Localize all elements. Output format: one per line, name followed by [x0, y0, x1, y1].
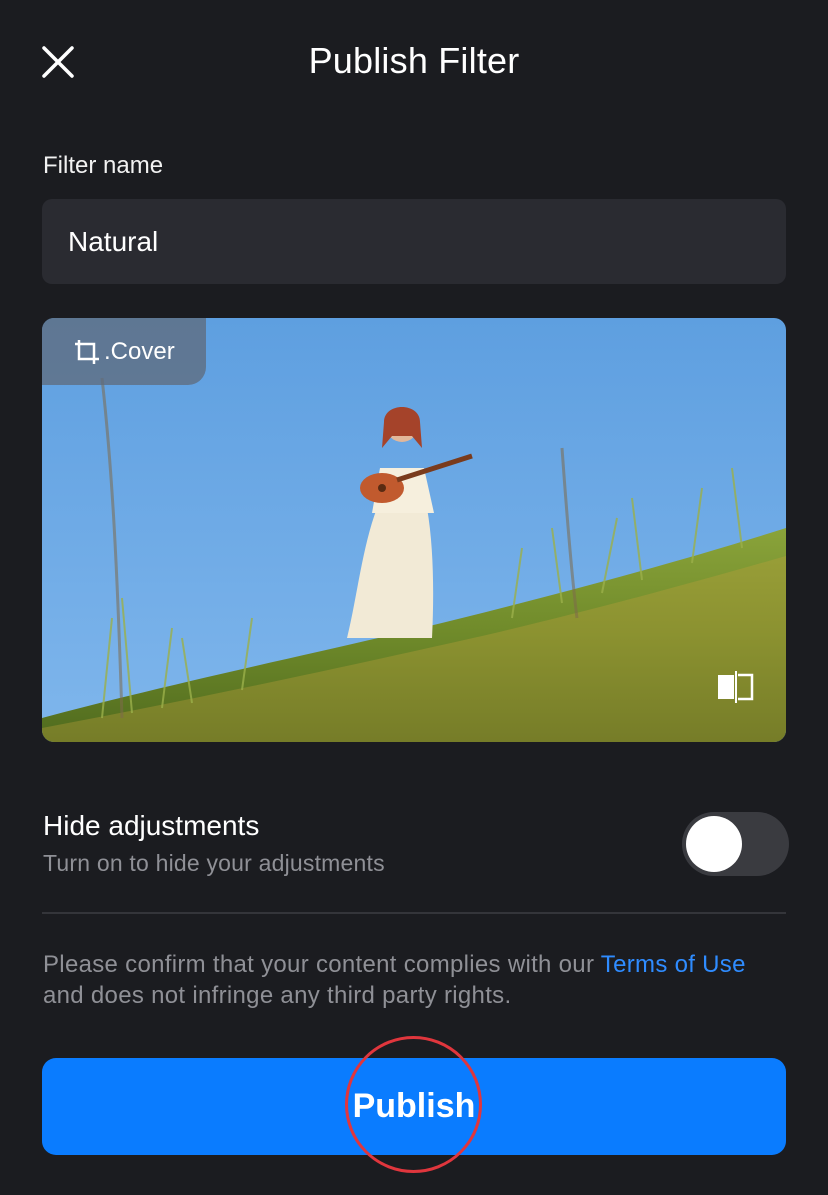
- filter-name-input[interactable]: [42, 199, 786, 284]
- cover-button[interactable]: .Cover: [42, 318, 206, 385]
- divider: [42, 912, 786, 914]
- legal-text-before: Please confirm that your content complie…: [43, 951, 601, 978]
- compare-icon[interactable]: [716, 670, 756, 704]
- hide-adjustments-toggle[interactable]: [682, 812, 789, 876]
- legal-notice: Please confirm that your content complie…: [43, 949, 787, 1011]
- publish-filter-screen: Publish Filter Filter name Natural .Cove…: [0, 0, 828, 1195]
- crop-icon: [75, 339, 99, 364]
- cover-photo-preview[interactable]: .Cover: [42, 318, 786, 742]
- terms-of-use-link[interactable]: Terms of Use: [601, 951, 746, 978]
- hide-adjustments-subtitle: Turn on to hide your adjustments: [43, 850, 385, 876]
- filter-name-label: Filter name: [43, 152, 164, 179]
- toggle-knob: [686, 816, 742, 872]
- page-title: Publish Filter: [308, 40, 520, 81]
- publish-button[interactable]: Publish: [42, 1058, 786, 1155]
- hide-adjustments-title: Hide adjustments: [43, 810, 260, 841]
- cover-label: .Cover: [104, 337, 175, 365]
- legal-text-after: and does not infringe any third party ri…: [43, 982, 512, 1009]
